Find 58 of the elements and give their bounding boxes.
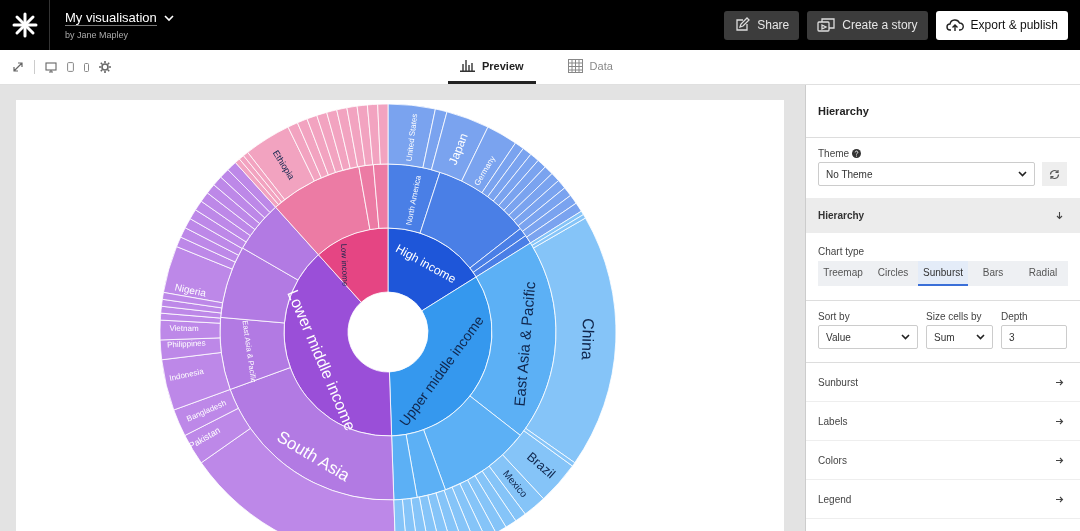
segment-label: Philippines	[166, 338, 206, 350]
select-field[interactable]: Sum	[926, 325, 993, 349]
chart-type-option[interactable]: Treemap	[818, 261, 868, 286]
chart-type-option[interactable]: Circles	[868, 261, 918, 286]
chart-type-option[interactable]: Sunburst	[918, 261, 968, 286]
settings-section[interactable]: Legend	[806, 480, 1080, 519]
chart-type-option[interactable]: Radial	[1018, 261, 1068, 286]
phone-icon[interactable]	[84, 62, 89, 72]
pencil-icon	[734, 17, 751, 33]
chart-type-label: Chart type	[818, 246, 866, 257]
segment-label: Japan	[445, 131, 471, 167]
monitor-icon[interactable]	[45, 61, 57, 73]
section-title: Labels	[818, 415, 848, 427]
section-title: Colors	[818, 454, 847, 466]
segment-label: Nigeria	[173, 281, 208, 299]
chevron-down-icon	[1018, 171, 1027, 177]
slides-icon	[817, 17, 836, 33]
section-header[interactable]: Hierarchy	[806, 198, 1080, 233]
help-icon[interactable]	[852, 149, 862, 158]
tablet-icon[interactable]	[67, 62, 74, 72]
field-label: Sort by	[818, 311, 851, 322]
settings-section[interactable]: Sunburst	[806, 363, 1080, 402]
author-text: by Jane Mapley	[65, 30, 130, 40]
share-button[interactable]: Share	[724, 10, 800, 40]
section-title: Hierarchy	[818, 210, 865, 221]
segment-label: North America	[404, 174, 423, 227]
chart-type-option[interactable]: Bars	[968, 261, 1018, 286]
refresh-button[interactable]	[1042, 162, 1067, 186]
segment-label: China	[578, 317, 598, 361]
cloud-upload-icon	[945, 17, 964, 33]
section-title: Legend	[818, 493, 852, 505]
theme-label: Theme	[818, 148, 850, 159]
story-button[interactable]: Create a story	[807, 10, 928, 40]
chevron-down-icon	[901, 334, 910, 340]
export-button[interactable]: Export & publish	[935, 10, 1068, 40]
settings-section[interactable]: Labels	[806, 402, 1080, 441]
bar-chart-icon	[460, 59, 475, 72]
refresh-icon	[1049, 168, 1060, 180]
expand-icon[interactable]	[12, 61, 24, 73]
table-icon	[567, 58, 583, 73]
segment-label: Low income	[339, 243, 350, 287]
visualisation-title[interactable]: My visualisation	[65, 10, 157, 26]
theme-select[interactable]: No Theme	[818, 162, 1035, 186]
panel-title: Hierarchy	[818, 105, 869, 117]
field-label: Depth	[1001, 311, 1029, 322]
select-field[interactable]: Value	[818, 325, 918, 349]
view-tab[interactable]: Data	[555, 50, 625, 84]
chevron-down-icon	[976, 334, 985, 340]
field-label: Size cells by	[926, 311, 983, 322]
segment-label: Indonesia	[168, 366, 205, 383]
segment-label: United States	[404, 113, 420, 162]
section-title: Sunburst	[818, 376, 859, 388]
segment-label: Vietnam	[169, 323, 199, 334]
number-field[interactable]: 3	[1001, 325, 1067, 349]
settings-icon[interactable]	[99, 61, 111, 73]
chevron-down-icon[interactable]	[163, 14, 174, 22]
segment-label: East Asia & Pacific	[510, 280, 539, 407]
settings-section[interactable]: Colors	[806, 441, 1080, 480]
